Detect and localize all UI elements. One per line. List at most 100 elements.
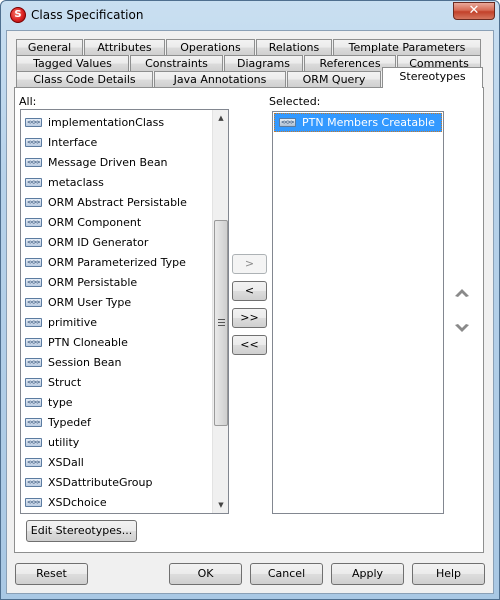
list-item[interactable]: <<>> ORM Component [25,212,211,232]
tab-general[interactable]: General [16,39,83,55]
list-item-label: type [48,395,73,409]
list-item[interactable]: <<>> XSDall [25,452,211,472]
stereotype-icon: <<>> [25,217,42,227]
list-item-label: ORM Persistable [48,275,138,289]
stereotype-icon: <<>> [25,257,42,267]
stereotype-icon: <<>> [25,477,42,487]
stereotype-icon: <<>> [25,417,42,427]
stereotype-icon: <<>> [25,117,42,127]
list-item[interactable]: <<>> Session Bean [25,352,211,372]
selected-label: Selected: [269,95,321,108]
list-item[interactable]: <<>> XSDchoice [25,492,211,512]
scroll-up-arrow-icon[interactable]: ▲ [213,110,229,126]
help-button[interactable]: Help [412,563,485,585]
tab-stereotypes[interactable]: Stereotypes [382,67,483,88]
tab-relations[interactable]: Relations [256,39,332,55]
list-item-label: ORM Component [48,215,142,229]
scroll-thumb[interactable] [214,220,228,426]
move-down-button[interactable] [454,323,470,335]
remove-button[interactable]: < [232,281,267,301]
tab-orm-query[interactable]: ORM Query [287,71,381,87]
chevron-up-icon [455,289,469,297]
list-item-label: XSDchoice [48,495,107,509]
stereotype-icon: <<>> [25,277,42,287]
list-item-label: ORM ID Generator [48,235,149,249]
scroll-down-arrow-icon[interactable]: ▼ [213,497,229,513]
list-item[interactable]: <<>> ORM Parameterized Type [25,252,211,272]
list-item-label: ORM User Type [48,295,132,309]
stereotype-icon: <<>> [25,317,42,327]
window-title: Class Specification [31,8,144,22]
vertical-scrollbar[interactable]: ▲ ▼ [212,110,228,513]
remove-all-button[interactable]: << [232,335,267,355]
tab-tagged-values[interactable]: Tagged Values [16,55,129,71]
stereotype-icon: <<>> [25,357,42,367]
list-item-label: ORM Parameterized Type [48,255,186,269]
list-item[interactable]: <<>> implementationClass [25,112,211,132]
tab-class-code-details[interactable]: Class Code Details [16,71,153,87]
chevron-down-icon [455,324,469,332]
stereotype-icon: <<>> [279,118,296,127]
list-item[interactable]: <<>> Interface [25,132,211,152]
stereotype-icon: <<>> [25,377,42,387]
tab-java-annotations[interactable]: Java Annotations [154,71,286,87]
stereotype-icon: <<>> [25,397,42,407]
list-item[interactable]: <<>> primitive [25,312,211,332]
ok-button[interactable]: OK [169,563,242,585]
close-button[interactable]: ✕ [453,2,495,20]
list-item[interactable]: <<>> ORM Persistable [25,272,211,292]
list-item[interactable]: <<>> Message Driven Bean [25,152,211,172]
stereotype-icon: <<>> [25,337,42,347]
list-item[interactable]: <<>> Struct [25,372,211,392]
stereotype-icon: <<>> [25,157,42,167]
list-item-label: Message Driven Bean [48,155,168,169]
add-all-button[interactable]: >> [232,308,267,328]
list-item-label: primitive [48,315,97,329]
list-item[interactable]: <<>> XSDattributeGroup [25,472,211,492]
list-item-label: ORM Abstract Persistable [48,195,187,209]
cancel-button[interactable]: Cancel [250,563,323,585]
list-item-label: XSDall [48,455,84,469]
list-item-label: Session Bean [48,355,122,369]
tab-attributes[interactable]: Attributes [84,39,165,55]
stereotype-icon: <<>> [25,177,42,187]
list-item[interactable]: <<>> ORM User Type [25,292,211,312]
apply-button[interactable]: Apply [331,563,404,585]
list-item-label: Struct [48,375,82,389]
list-item[interactable]: <<>> metaclass [25,172,211,192]
stereotype-icon: <<>> [25,197,42,207]
tab-diagrams[interactable]: Diagrams [224,55,303,71]
list-item[interactable]: <<>> Typedef [25,412,211,432]
list-item-label: implementationClass [48,115,165,129]
move-up-button[interactable] [454,286,470,298]
list-item[interactable]: <<>> PTN Cloneable [25,332,211,352]
list-item-label: Interface [48,135,98,149]
selected-list-item[interactable]: <<>> PTN Members Creatable [274,113,442,132]
list-item-label: utility [48,435,80,449]
selected-item-label: PTN Members Creatable [302,116,435,129]
add-button[interactable]: > [232,254,267,274]
stereotype-icon: <<>> [25,137,42,147]
all-label: All: [19,95,37,108]
stereotype-icon: <<>> [25,497,42,507]
tab-template-parameters[interactable]: Template Parameters [333,39,481,55]
tab-constraints[interactable]: Constraints [130,55,223,71]
list-item[interactable]: <<>> ORM Abstract Persistable [25,192,211,212]
selected-stereotypes-list[interactable]: <<>> PTN Members Creatable [272,111,444,514]
list-item-label: PTN Cloneable [48,335,128,349]
reset-button[interactable]: Reset [15,563,88,585]
visual-paradigm-logo-icon: S [10,7,26,23]
title-bar[interactable]: S Class Specification ✕ [1,1,499,29]
tab-operations[interactable]: Operations [166,39,255,55]
stereotype-icon: <<>> [25,457,42,467]
stereotype-icon: <<>> [25,237,42,247]
close-icon: ✕ [468,3,480,18]
list-item-label: metaclass [48,175,104,189]
edit-stereotypes-button[interactable]: Edit Stereotypes... [26,520,137,542]
list-item[interactable]: <<>> ORM ID Generator [25,232,211,252]
stereotype-icon: <<>> [25,437,42,447]
list-item[interactable]: <<>> utility [25,432,211,452]
all-stereotypes-list[interactable]: <<>> implementationClass <<>> Interface <<>>… [20,109,229,514]
grip-icon [218,319,225,326]
list-item[interactable]: <<>> type [25,392,211,412]
